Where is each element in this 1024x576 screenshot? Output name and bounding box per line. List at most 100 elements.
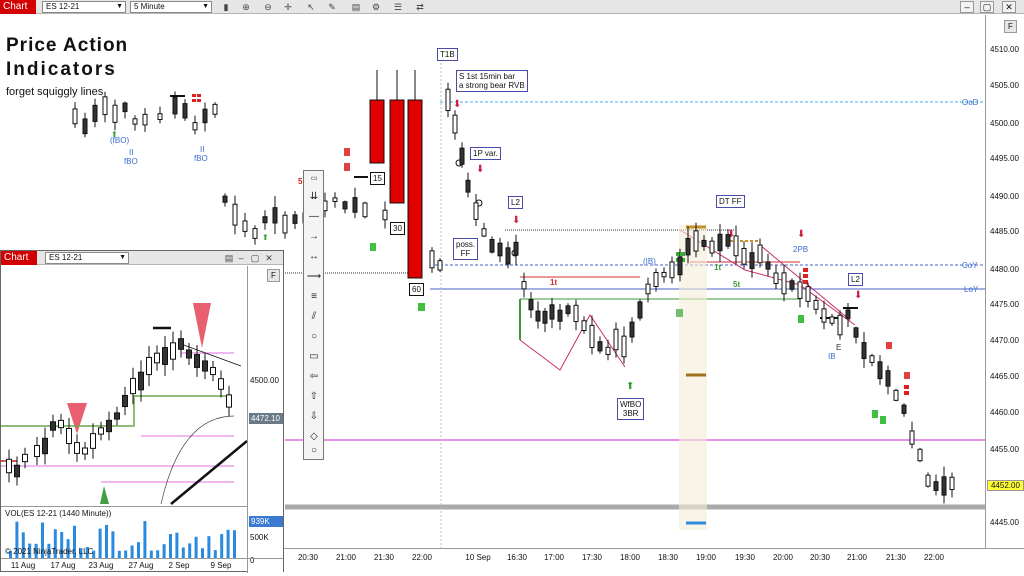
price-tick-label: 4465.00 xyxy=(990,372,1019,381)
candle-body xyxy=(332,197,338,202)
candle-body xyxy=(877,361,883,380)
arrow-line-icon[interactable]: ⟶ xyxy=(306,269,322,285)
volume-bar xyxy=(213,550,217,558)
time-tick-label: 19:30 xyxy=(734,553,756,562)
label-ff: FF xyxy=(460,249,471,258)
vol-tick-500k: 500K xyxy=(250,533,269,542)
label-bar-15: 15 xyxy=(370,172,385,185)
draw-tool-icon[interactable]: ✎ xyxy=(326,1,338,13)
rectangle-icon[interactable]: ▭ xyxy=(306,349,322,365)
ray-icon[interactable]: → xyxy=(306,229,322,245)
maximize-button[interactable]: ▢ xyxy=(980,1,994,13)
label-ii-first: II xyxy=(129,148,134,157)
time-tick-label: 10 Sep xyxy=(465,553,491,562)
candle-body xyxy=(382,209,388,221)
price-tick-label: 4495.00 xyxy=(990,154,1019,163)
volume-bar xyxy=(130,545,134,558)
label-5-red: 5 xyxy=(298,177,303,186)
sim-icon[interactable]: ⇄ xyxy=(414,1,426,13)
minimize-button[interactable]: – xyxy=(960,1,974,13)
inset-f-button[interactable]: F xyxy=(267,269,280,282)
horizontal-line-icon[interactable]: — xyxy=(306,209,322,225)
candle-body xyxy=(613,328,619,351)
zoom-in-icon[interactable]: ⊕ xyxy=(240,1,252,13)
f-button[interactable]: F xyxy=(1004,20,1017,33)
price-tick-label: 4445.00 xyxy=(990,518,1019,527)
label-possible-ff: poss. FF xyxy=(453,238,479,260)
copyright-text: © 2021 NinjaTrader, LLC xyxy=(5,547,94,556)
arrow-left-icon[interactable]: ⇦ xyxy=(306,369,322,385)
close-button[interactable]: ✕ xyxy=(1002,1,1016,13)
inset-layout-icon[interactable]: ▤ xyxy=(223,252,235,264)
channel-icon[interactable]: ⫽ xyxy=(306,309,322,325)
candle-body xyxy=(222,195,228,203)
candle-body xyxy=(437,260,443,271)
pointer-icon[interactable]: ↖ xyxy=(305,1,317,13)
candle-body xyxy=(66,427,72,445)
circle-icon[interactable]: ○ xyxy=(306,443,322,459)
fib-icon[interactable]: ≡ xyxy=(306,289,322,305)
candle-body xyxy=(757,244,763,264)
inset-price-axis[interactable]: 4500.00 4472.10 939K 500K 0 F xyxy=(247,266,283,573)
candle-body xyxy=(535,310,541,322)
volume-bar xyxy=(188,543,192,558)
inset-minimize-icon[interactable]: – xyxy=(235,252,247,264)
inset-restore-icon[interactable]: ▢ xyxy=(249,252,261,264)
ellipse-icon[interactable]: ○ xyxy=(306,329,322,345)
label-poss: poss. xyxy=(456,240,476,249)
chart-tab[interactable]: Chart xyxy=(0,0,36,14)
price-axis[interactable]: 4510.00 4505.00 4500.00 4495.00 4490.00 4485.… xyxy=(985,15,1024,548)
pin-icon[interactable]: ⇊ xyxy=(306,189,322,205)
extended-line-icon[interactable]: ↔ xyxy=(306,249,322,265)
price-tick-label: 4490.00 xyxy=(990,192,1019,201)
chevron-down-icon: ▼ xyxy=(116,3,123,10)
arrow-up-icon[interactable]: ⇧ xyxy=(306,389,322,405)
candle-body xyxy=(170,342,176,360)
candle-body xyxy=(218,378,224,390)
crosshair-icon[interactable]: ✛ xyxy=(282,1,294,13)
inset-close-icon[interactable]: ✕ xyxy=(263,252,275,264)
arrow-down-icon[interactable]: ⇩ xyxy=(306,409,322,425)
inset-time-tick-label: 27 Aug xyxy=(128,561,154,570)
label-2pb: 2PB xyxy=(793,245,809,254)
strategy-icon[interactable]: ☰ xyxy=(392,1,404,13)
volume-bar xyxy=(111,531,115,558)
price-tick-label: 4470.00 xyxy=(990,336,1019,345)
ruler-icon[interactable]: ▭ xyxy=(306,171,322,187)
inset-instrument-selector[interactable]: ES 12-21 ▼ xyxy=(45,252,129,264)
inset-price-panel[interactable] xyxy=(1,266,283,506)
label-1t-red: 1t xyxy=(550,278,558,287)
candle-body xyxy=(733,235,739,257)
candle-body xyxy=(805,286,811,302)
inset-chart-window[interactable]: Chart ES 12-21 ▼ ▤ – ▢ ✕ 4500.00 4472.10… xyxy=(0,250,284,573)
bar-type-icon[interactable]: ▮ xyxy=(220,1,232,13)
loy-line-label: LoY xyxy=(964,285,979,294)
candle-body xyxy=(138,371,144,391)
label-ii-second: II xyxy=(200,145,205,154)
candle-body xyxy=(242,220,248,232)
template-icon[interactable]: ▤ xyxy=(350,1,362,13)
vol-current-value: 939K xyxy=(249,516,283,527)
properties-icon[interactable]: ⚙ xyxy=(370,1,382,13)
instrument-selector[interactable]: ES 12-21 ▼ xyxy=(42,1,126,13)
inset-time-tick-label: 17 Aug xyxy=(50,561,76,570)
time-tick-label: 20:30 xyxy=(809,553,831,562)
zoom-out-icon[interactable]: ⊖ xyxy=(262,1,274,13)
watermark-tagline: forget squiggly lines xyxy=(6,86,104,98)
candle-body xyxy=(581,320,587,332)
candle-body xyxy=(597,341,603,352)
volume-bar xyxy=(137,542,140,558)
time-tick-label: 18:00 xyxy=(619,553,641,562)
inset-instrument-value: ES 12-21 xyxy=(49,253,83,262)
candle-body xyxy=(933,481,939,491)
ninjatrader-window: Chart ES 12-21 ▼ 5 Minute ▼ ▮ ⊕ ⊖ ✛ ↖ ✎ … xyxy=(0,0,1024,576)
label-s1st: S 1st 15min bar a strong bear RVB xyxy=(456,70,528,92)
candle-body xyxy=(114,412,120,420)
candle-body xyxy=(497,242,503,257)
volume-pane[interactable]: VOL(ES 12-21 (1440 Minute)) © 2021 Ninja… xyxy=(1,506,247,558)
price-tick-label: 4505.00 xyxy=(990,81,1019,90)
interval-selector[interactable]: 5 Minute ▼ xyxy=(130,1,212,13)
svg-text:⬆: ⬆ xyxy=(626,381,634,392)
inset-chart-tab[interactable]: Chart xyxy=(1,251,37,265)
candle-body xyxy=(429,250,435,269)
